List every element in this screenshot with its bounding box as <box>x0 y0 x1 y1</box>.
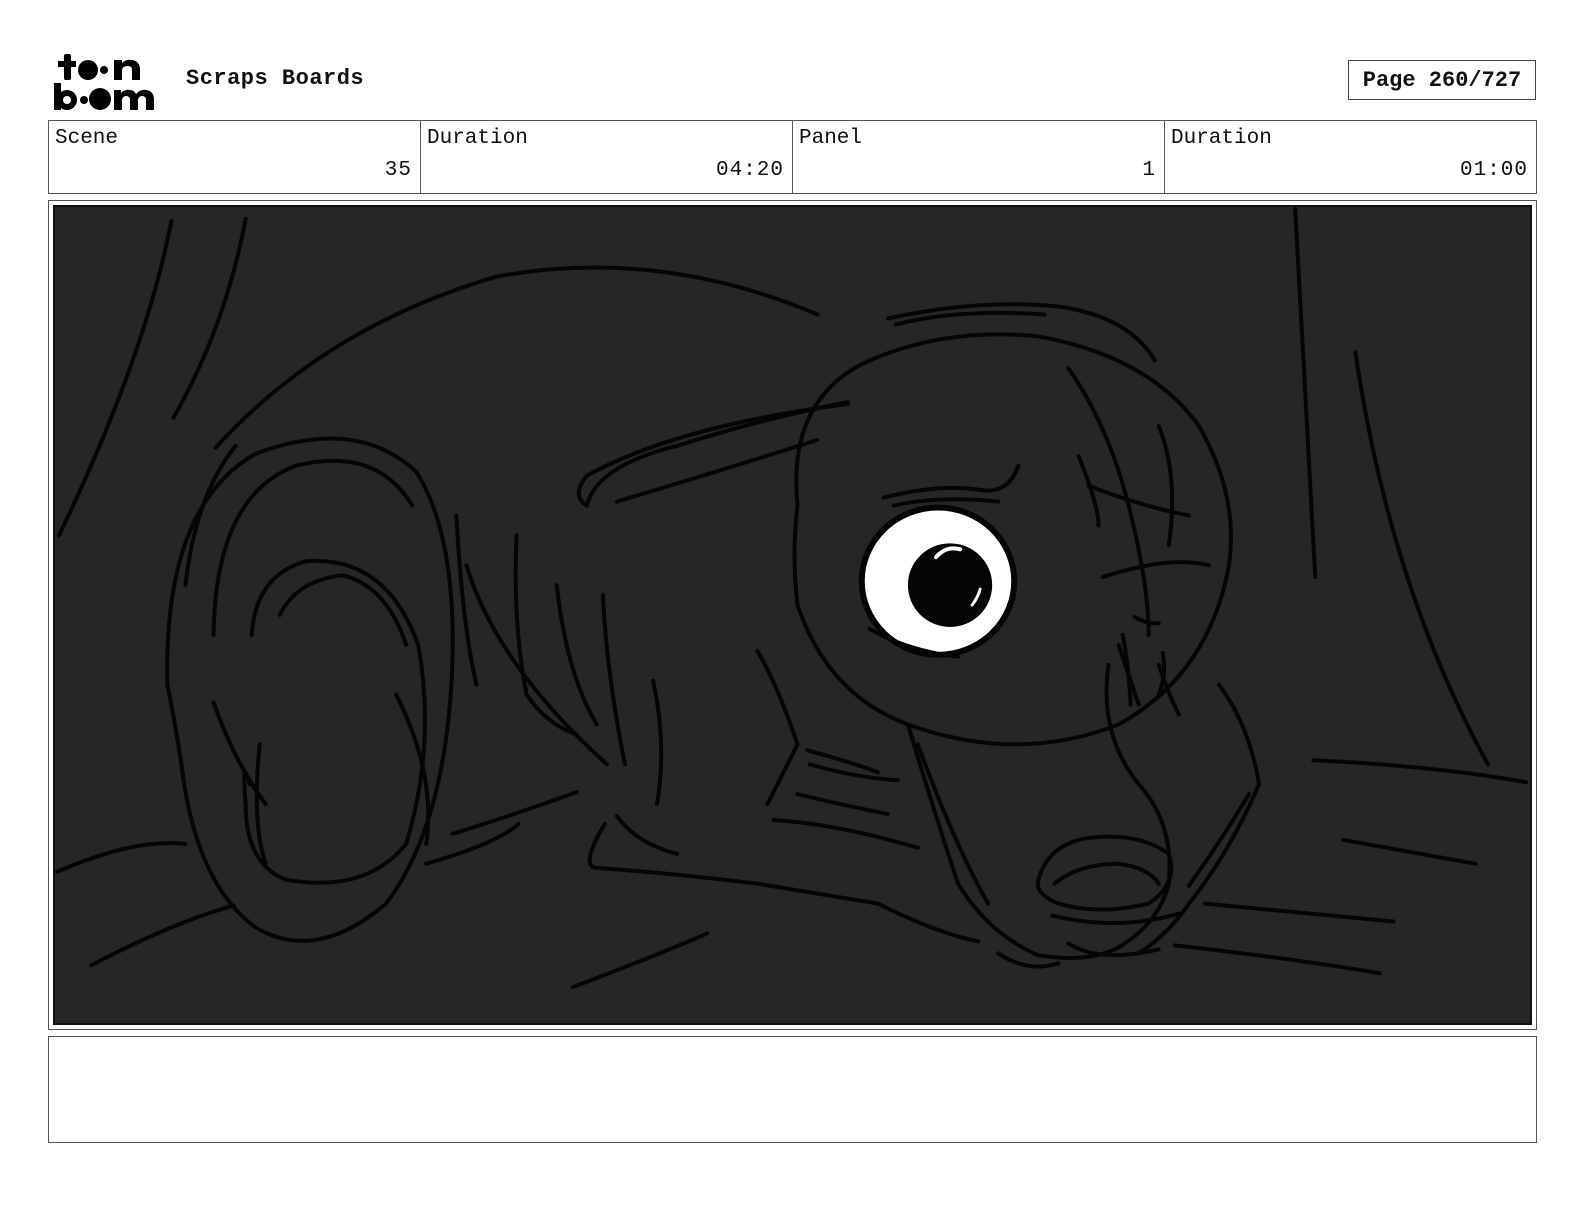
panel-cell: Panel 1 <box>793 121 1165 193</box>
scene-duration-value: 04:20 <box>715 159 784 182</box>
scene-duration-cell: Duration 04:20 <box>421 121 793 193</box>
panel-info-row: Scene 35 Duration 04:20 Panel 1 Duration… <box>48 120 1537 194</box>
dog-sketch-drawing <box>55 207 1530 1023</box>
page-indicator: Page 260/727 <box>1348 60 1536 100</box>
storyboard-panel-frame <box>48 200 1537 1030</box>
scene-duration-label: Duration <box>427 127 528 150</box>
board-title: Scraps Boards <box>186 66 365 91</box>
panel-notes-box <box>48 1036 1537 1143</box>
toon-boom-logo <box>52 50 164 112</box>
panel-value: 1 <box>1142 159 1156 182</box>
toon-boom-logo-mark <box>54 54 154 110</box>
dog-eye <box>858 504 1018 659</box>
scene-cell: Scene 35 <box>49 121 421 193</box>
panel-label: Panel <box>799 127 863 150</box>
panel-duration-value: 01:00 <box>1459 159 1528 182</box>
panel-duration-cell: Duration 01:00 <box>1165 121 1536 193</box>
panel-duration-label: Duration <box>1171 127 1272 150</box>
storyboard-panel-image <box>53 205 1532 1025</box>
scene-value: 35 <box>384 159 412 182</box>
scene-label: Scene <box>55 127 119 150</box>
